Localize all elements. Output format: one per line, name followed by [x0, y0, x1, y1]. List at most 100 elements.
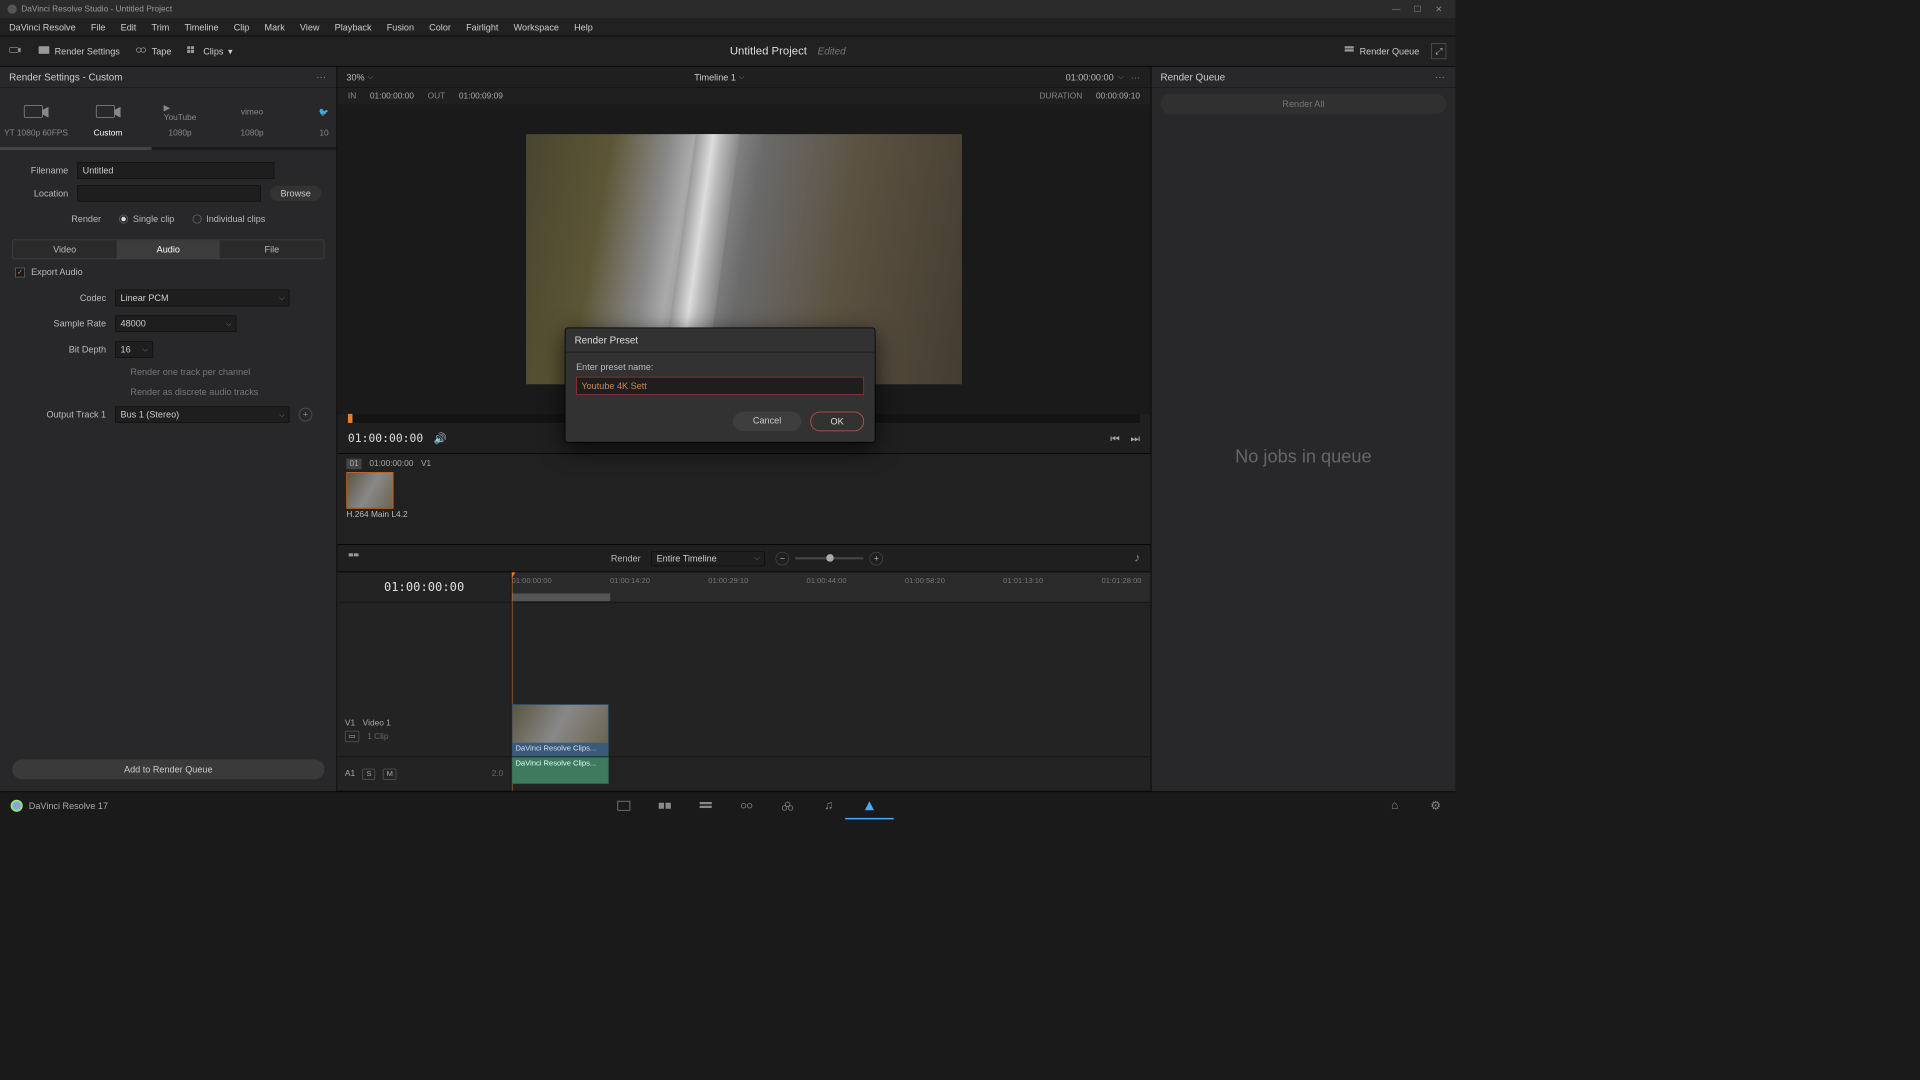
menu-view[interactable]: View: [294, 19, 326, 34]
audio-meters-button[interactable]: ♪: [1134, 551, 1140, 565]
fairlight-page-button[interactable]: ♫: [820, 796, 838, 814]
prev-clip-button[interactable]: ⏮: [1110, 432, 1120, 445]
menu-clip[interactable]: Clip: [228, 19, 256, 34]
add-to-render-queue-button[interactable]: Add to Render Queue: [12, 760, 324, 780]
menu-playback[interactable]: Playback: [329, 19, 378, 34]
menu-file[interactable]: File: [85, 19, 112, 34]
menu-timeline[interactable]: Timeline: [178, 19, 224, 34]
next-clip-button[interactable]: ⏭: [1130, 432, 1140, 445]
preset-scrollbar[interactable]: [0, 147, 337, 150]
render-all-button[interactable]: Render All: [1160, 94, 1446, 114]
viewer-options-button[interactable]: ⋯: [1131, 72, 1142, 83]
mute-track-button[interactable]: M: [383, 768, 397, 779]
tab-file[interactable]: File: [220, 240, 324, 258]
project-settings-button[interactable]: ⚙: [1427, 796, 1445, 814]
menu-fusion[interactable]: Fusion: [381, 19, 420, 34]
samplerate-label: Sample Rate: [15, 318, 106, 329]
output-track-select[interactable]: Bus 1 (Stereo)⌵: [115, 406, 289, 423]
add-output-track-button[interactable]: +: [299, 408, 313, 422]
render-range-bar[interactable]: [512, 594, 611, 602]
render-discrete-label: Render as discrete audio tracks: [130, 387, 258, 398]
menu-mark[interactable]: Mark: [258, 19, 290, 34]
fusion-page-button[interactable]: [738, 796, 756, 814]
clips-button[interactable]: Clips ▾: [179, 42, 240, 61]
menu-workspace[interactable]: Workspace: [508, 19, 565, 34]
single-clip-radio[interactable]: Single clip: [119, 214, 174, 225]
track-enable-button[interactable]: ▭: [345, 731, 360, 742]
solo-button[interactable]: S: [363, 768, 376, 779]
ok-button[interactable]: OK: [810, 412, 864, 432]
maximize-button[interactable]: ☐: [1407, 4, 1428, 14]
minimize-button[interactable]: —: [1386, 5, 1407, 14]
in-label: IN: [348, 92, 356, 101]
resolve-version-label: DaVinci Resolve 17: [29, 800, 108, 811]
vimeo-icon: vimeo: [237, 102, 267, 123]
menu-edit[interactable]: Edit: [115, 19, 143, 34]
zoom-in-button[interactable]: +: [870, 551, 884, 565]
edit-page-button[interactable]: [697, 796, 715, 814]
dialog-title: Render Preset: [565, 328, 874, 352]
filename-input[interactable]: [77, 162, 274, 179]
cut-page-button[interactable]: [656, 796, 674, 814]
preset-yt-1080p-60fps[interactable]: YT 1080p 60FPS: [0, 96, 72, 145]
preset-custom[interactable]: Custom: [72, 96, 144, 145]
color-page-button[interactable]: [779, 796, 797, 814]
media-page-button[interactable]: [615, 796, 633, 814]
close-button[interactable]: ✕: [1428, 4, 1449, 14]
tab-audio[interactable]: Audio: [116, 240, 220, 258]
render-queue-options-button[interactable]: ⋯: [1435, 71, 1446, 83]
samplerate-select[interactable]: 48000⌵: [115, 315, 236, 332]
menu-davinci-resolve[interactable]: DaVinci Resolve: [3, 19, 82, 34]
zoom-out-button[interactable]: −: [776, 551, 790, 565]
menu-help[interactable]: Help: [568, 19, 599, 34]
zoom-slider[interactable]: [795, 557, 863, 559]
viewer-zoom-select[interactable]: 30% ⌵: [346, 72, 372, 83]
preset-10[interactable]: 🐦10: [288, 96, 337, 145]
video-clip[interactable]: DaVinci Resolve Clips...: [512, 704, 609, 756]
bitdepth-label: Bit Depth: [15, 344, 106, 355]
twitter-icon: 🐦: [309, 102, 337, 123]
video-track-header[interactable]: V1Video 1 ▭1 Clip: [337, 704, 511, 757]
viewer-timecode[interactable]: 01:00:00:00: [1066, 72, 1114, 83]
clip-strip: 01 01:00:00:00 V1 H.264 Main L4.2: [337, 453, 1150, 544]
deliver-page-button[interactable]: [861, 796, 879, 814]
menu-color[interactable]: Color: [423, 19, 457, 34]
mute-button[interactable]: 🔊: [434, 432, 447, 445]
preset-1080p[interactable]: vimeo1080p: [216, 96, 288, 145]
cancel-button[interactable]: Cancel: [733, 412, 801, 432]
ruler-tick: 01:00:58:20: [905, 577, 945, 585]
codec-select[interactable]: Linear PCM⌵: [115, 290, 289, 307]
thumbnails-view-button[interactable]: [348, 552, 360, 565]
tape-button[interactable]: Tape: [127, 42, 179, 61]
render-queue-button[interactable]: Render Queue: [1335, 42, 1427, 61]
timeline-ruler[interactable]: 01:00:00:0001:00:14:2001:00:29:1001:00:4…: [512, 572, 1151, 602]
tab-video[interactable]: Video: [13, 240, 117, 258]
preset-1080p[interactable]: ▶ YouTube1080p: [144, 96, 216, 145]
timeline-name[interactable]: Timeline 1: [694, 72, 736, 83]
audio-track-lane[interactable]: DaVinci Resolve Clips...: [512, 757, 1151, 791]
location-input[interactable]: [77, 185, 260, 202]
export-audio-label: Export Audio: [31, 267, 83, 278]
project-edited-label: Edited: [818, 45, 846, 56]
home-button[interactable]: ⌂: [1386, 796, 1404, 814]
top-toolbar: Render Settings Tape Clips ▾ Untitled Pr…: [0, 36, 1455, 66]
bitdepth-select[interactable]: 16⌵: [115, 341, 153, 358]
ruler-tick: 01:01:13:10: [1003, 577, 1043, 585]
audio-track-header[interactable]: A1 S M 2.0: [337, 757, 511, 791]
audio-clip[interactable]: DaVinci Resolve Clips...: [512, 757, 609, 784]
browse-button[interactable]: Browse: [270, 186, 322, 201]
menu-fairlight[interactable]: Fairlight: [460, 19, 504, 34]
clip-thumbnail[interactable]: [346, 472, 393, 508]
render-scope-select[interactable]: Entire Timeline⌵: [651, 551, 765, 566]
panel-options-button[interactable]: ⋯: [316, 71, 327, 83]
individual-clips-radio[interactable]: Individual clips: [193, 214, 266, 225]
video-track-lane[interactable]: DaVinci Resolve Clips...: [512, 704, 1151, 757]
menu-trim[interactable]: Trim: [145, 19, 175, 34]
quick-export-icon[interactable]: [9, 45, 21, 58]
expand-button[interactable]: ⤢: [1431, 43, 1446, 59]
preset-name-input[interactable]: [576, 377, 864, 395]
chevron-down-icon: ⌵: [226, 319, 231, 327]
export-audio-checkbox[interactable]: [15, 267, 25, 277]
render-settings-button[interactable]: Render Settings: [30, 42, 127, 61]
chevron-down-icon: ⌵: [279, 410, 284, 418]
